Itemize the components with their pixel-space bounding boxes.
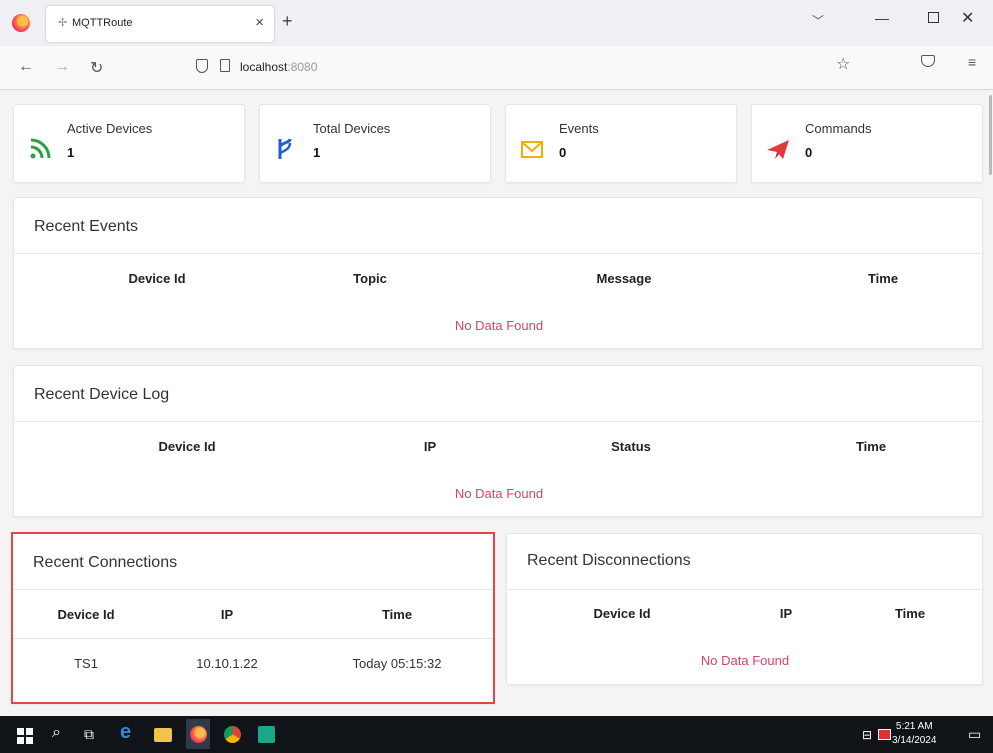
recent-events-card: Recent Events Device Id Topic Message Ti…	[13, 197, 983, 349]
column-header: Time	[855, 439, 887, 454]
clock-time: 5:21 AM	[895, 721, 933, 732]
chevron-down-icon[interactable]: ﹀	[812, 12, 824, 29]
forward-icon[interactable]: →	[54, 58, 70, 76]
recent-device-log-card: Recent Device Log Device Id IP Status Ti…	[13, 365, 983, 517]
stat-card-total-devices: Total Devices 1	[259, 104, 491, 183]
minimize-icon[interactable]: —	[875, 10, 889, 26]
tab-close-icon[interactable]: ×	[255, 14, 264, 31]
browser-tab[interactable]: ✢ MQTTRoute ×	[46, 6, 274, 42]
column-header: Device Id	[158, 439, 216, 454]
internet-explorer-icon[interactable]: e	[120, 721, 131, 744]
firefox-logo-icon[interactable]	[12, 14, 30, 32]
column-header: Device Id	[593, 606, 651, 621]
stat-label: Active Devices	[67, 121, 153, 136]
recent-connections-card: Recent Connections Device Id IP Time TS1…	[11, 532, 495, 704]
taskbar: ⌕ ⧉ e ⊟ 5:21 AM 3/14/2024 ▭	[0, 716, 993, 753]
task-view-icon[interactable]: ⧉	[84, 726, 94, 743]
column-header: IP	[779, 606, 793, 621]
column-header: Status	[611, 439, 651, 454]
url-text[interactable]: localhost:8080	[240, 60, 317, 74]
column-header: Message	[596, 271, 652, 286]
rss-icon	[30, 138, 51, 159]
reload-icon[interactable]: ↻	[90, 58, 103, 78]
scrollbar[interactable]	[989, 95, 992, 175]
stat-label: Total Devices	[313, 121, 391, 136]
url-bar[interactable]: localhost:8080	[182, 53, 872, 83]
empty-state: No Data Found	[454, 486, 544, 501]
column-header: Device Id	[128, 271, 186, 286]
cell-device-id: TS1	[74, 656, 98, 671]
cell-time: Today 05:15:32	[352, 656, 442, 671]
back-icon[interactable]: ←	[18, 58, 34, 76]
clock-date: 3/14/2024	[892, 735, 937, 746]
menu-icon[interactable]: ≡	[968, 54, 976, 70]
divider	[14, 253, 982, 254]
windows-start-icon[interactable]	[17, 728, 33, 744]
stat-card-events: Events 0	[505, 104, 737, 183]
column-header: IP	[220, 607, 234, 622]
column-header: Topic	[353, 271, 387, 286]
clock[interactable]: 5:21 AM 3/14/2024	[892, 720, 937, 748]
file-explorer-icon[interactable]	[154, 728, 172, 742]
tab-title: MQTTRoute	[72, 17, 133, 29]
page-content: Active Devices 1 Total Devices 1 Events …	[0, 91, 993, 716]
new-tab-icon[interactable]: +	[282, 11, 293, 32]
firefox-icon[interactable]	[190, 726, 207, 743]
page-icon	[220, 59, 230, 72]
recent-disconnections-card: Recent Disconnections Device Id IP Time …	[506, 533, 983, 685]
column-header: Time	[867, 271, 899, 286]
shield-icon[interactable]	[196, 59, 208, 73]
window-close-icon[interactable]: ✕	[961, 8, 974, 28]
stat-value: 0	[559, 145, 567, 160]
card-title: Recent Connections	[33, 554, 178, 571]
stat-card-active-devices: Active Devices 1	[13, 104, 245, 183]
divider	[13, 638, 493, 639]
card-title: Recent Events	[34, 218, 139, 235]
stat-label: Commands	[805, 121, 872, 136]
column-header: IP	[423, 439, 437, 454]
empty-state: No Data Found	[454, 318, 544, 333]
divider	[507, 589, 982, 590]
column-header: Time	[381, 607, 413, 622]
stat-card-commands: Commands 0	[751, 104, 983, 183]
divider	[14, 421, 982, 422]
cell-ip: 10.10.1.22	[196, 656, 258, 671]
stat-value: 1	[67, 145, 75, 160]
stat-label: Events	[559, 121, 599, 136]
tab-favicon-icon: ✢	[58, 17, 68, 29]
fork-icon	[278, 138, 292, 159]
envelope-icon	[521, 141, 543, 158]
empty-state: No Data Found	[700, 653, 790, 668]
network-icon[interactable]: ⊟	[862, 728, 872, 742]
bookmark-star-icon[interactable]: ☆	[836, 54, 850, 74]
stat-value: 0	[805, 145, 813, 160]
chrome-icon[interactable]	[224, 726, 241, 743]
search-icon[interactable]: ⌕	[52, 724, 61, 742]
column-header: Time	[894, 606, 926, 621]
browser-tab-bar: ✢ MQTTRoute × + ﹀ — ✕	[0, 0, 993, 46]
stat-value: 1	[313, 145, 321, 160]
notification-badge-icon[interactable]	[878, 729, 891, 740]
paper-plane-icon	[767, 140, 789, 159]
app-icon[interactable]	[258, 726, 275, 743]
column-header: Device Id	[57, 607, 115, 622]
card-title: Recent Disconnections	[527, 552, 691, 569]
action-center-icon[interactable]: ▭	[968, 726, 981, 743]
card-title: Recent Device Log	[34, 386, 170, 403]
maximize-icon[interactable]	[928, 12, 939, 23]
divider	[13, 589, 493, 590]
